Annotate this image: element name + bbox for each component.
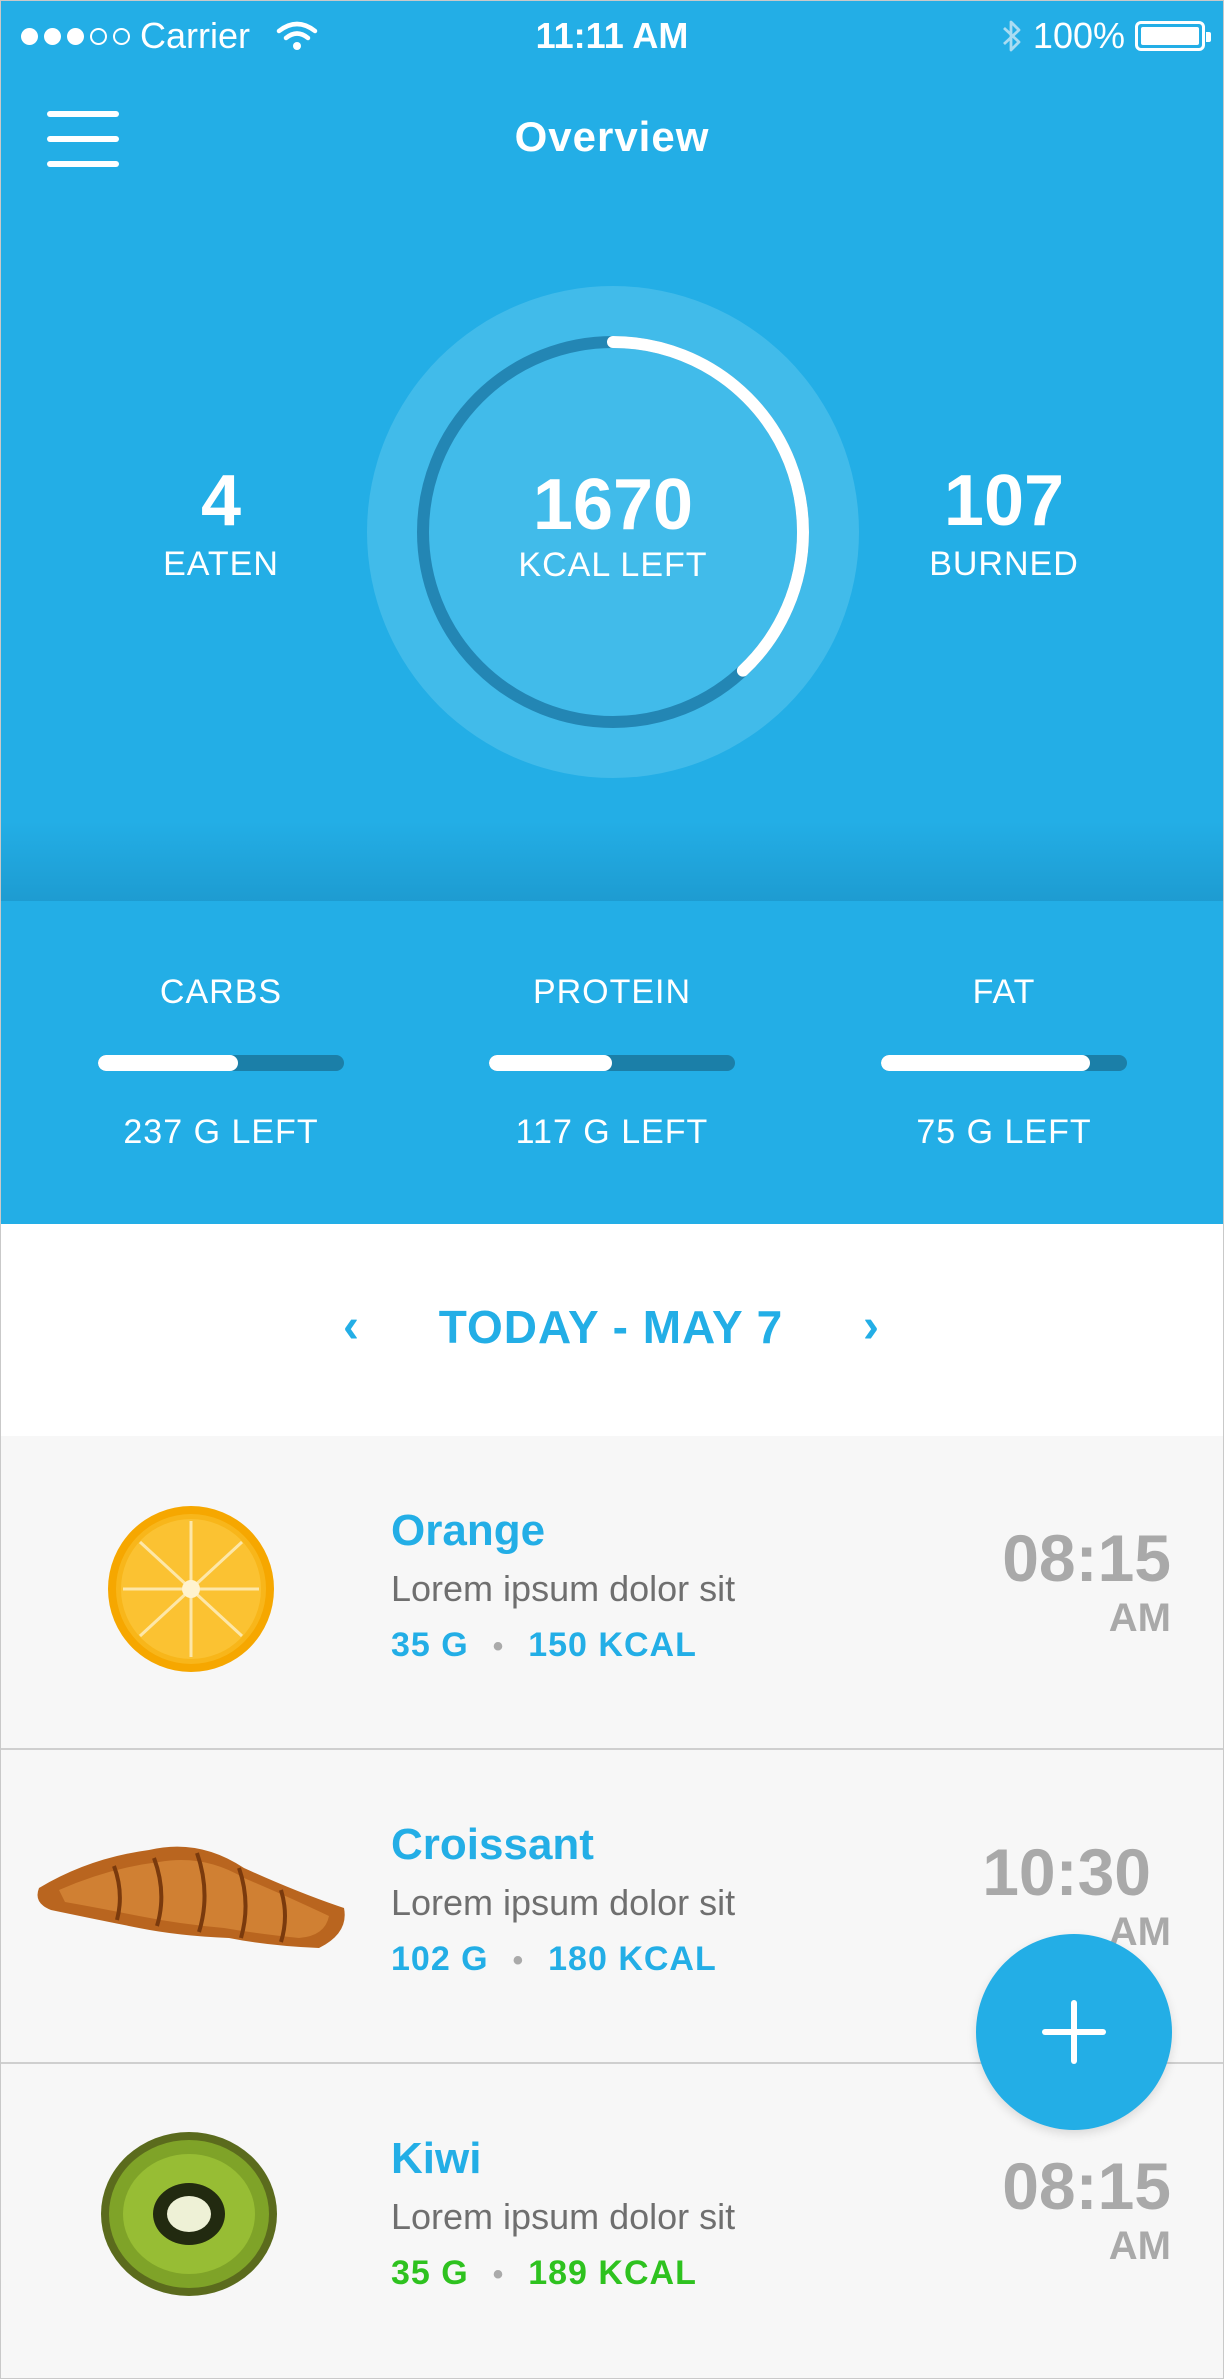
- separator-dot: •: [492, 2258, 505, 2291]
- date-navigator: ‹ TODAY - MAY 7 ›: [1, 1224, 1223, 1438]
- meal-stats: 35 G • 150 KCAL: [391, 1626, 697, 1665]
- meal-description: Lorem ipsum dolor sit: [391, 2196, 736, 2237]
- kiwi-image: [101, 2132, 277, 2296]
- separator-dot: •: [492, 1630, 505, 1663]
- macro-name: PROTEIN: [532, 973, 692, 1011]
- calorie-ring: 1670 KCAL LEFT: [365, 284, 861, 780]
- battery-info: 100%: [1001, 15, 1211, 57]
- macro-name: FAT: [972, 973, 1036, 1011]
- meal-kcal: 189 KCAL: [528, 2254, 697, 2292]
- page-title: Overview: [514, 113, 710, 160]
- separator-dot: •: [512, 1944, 525, 1977]
- meal-kcal: 180 KCAL: [548, 1940, 717, 1978]
- bluetooth-icon: [1002, 20, 1021, 52]
- meal-stats: 102 G • 180 KCAL: [391, 1940, 717, 1979]
- burned-stat: 107 BURNED: [854, 461, 1154, 584]
- kcal-left-label: KCAL LEFT: [518, 546, 708, 584]
- macro-remaining: 117 G LEFT: [515, 1113, 709, 1151]
- meal-time: 08:15: [1002, 2149, 1171, 2223]
- eaten-stat: 4 EATEN: [71, 461, 371, 584]
- current-date: TODAY - MAY 7: [438, 1301, 784, 1353]
- meal-ampm: AM: [1108, 2224, 1171, 2268]
- battery-icon: [1135, 21, 1211, 51]
- meal-name: Croissant: [391, 1820, 594, 1869]
- burned-label: BURNED: [929, 545, 1079, 583]
- chevron-right-icon[interactable]: ›: [851, 1302, 891, 1352]
- burned-value: 107: [943, 461, 1065, 541]
- battery-percent: 100%: [1032, 15, 1125, 56]
- macro-remaining: 237 G LEFT: [123, 1113, 319, 1151]
- macro-progress-bar: [489, 1055, 735, 1071]
- meal-item-orange[interactable]: Orange Lorem ipsum dolor sit 35 G • 150 KC…: [1, 1436, 1223, 1750]
- meal-name: Kiwi: [391, 2134, 482, 2183]
- orange-image: [108, 1506, 274, 1672]
- macro-remaining: 75 G LEFT: [916, 1113, 1092, 1151]
- macro-progress-bar: [98, 1055, 344, 1071]
- meal-kcal: 150 KCAL: [528, 1626, 697, 1664]
- macros-panel: CARBS 237 G LEFT PROTEIN 117 G LEFT FAT …: [1, 901, 1223, 1224]
- eaten-label: EATEN: [163, 545, 279, 583]
- meal-grams: 35 G: [391, 2254, 469, 2292]
- add-meal-button[interactable]: [976, 1934, 1172, 2130]
- app-screen: Carrier 11:11 AM 100% Overview 4 EATEN 1…: [0, 0, 1224, 2379]
- croissant-image: [37, 1846, 345, 1948]
- meal-time: 10:30: [982, 1835, 1151, 1909]
- macro-progress-bar: [881, 1055, 1127, 1071]
- meal-time: 08:15: [1002, 1521, 1171, 1595]
- meal-name: Orange: [391, 1506, 546, 1555]
- meal-grams: 102 G: [391, 1940, 489, 1978]
- overview-header: Carrier 11:11 AM 100% Overview 4 EATEN 1…: [1, 1, 1223, 901]
- status-bar: Carrier 11:11 AM 100%: [1, 1, 1223, 73]
- meal-stats: 35 G • 189 KCAL: [391, 2254, 697, 2293]
- meal-ampm: AM: [1108, 1596, 1171, 1640]
- meal-grams: 35 G: [391, 1626, 469, 1664]
- meal-description: Lorem ipsum dolor sit: [391, 1568, 736, 1609]
- eaten-value: 4: [200, 461, 242, 541]
- meal-description: Lorem ipsum dolor sit: [391, 1882, 736, 1923]
- kcal-left-value: 1670: [532, 465, 694, 545]
- macro-name: CARBS: [159, 973, 283, 1011]
- chevron-left-icon[interactable]: ‹: [331, 1302, 371, 1352]
